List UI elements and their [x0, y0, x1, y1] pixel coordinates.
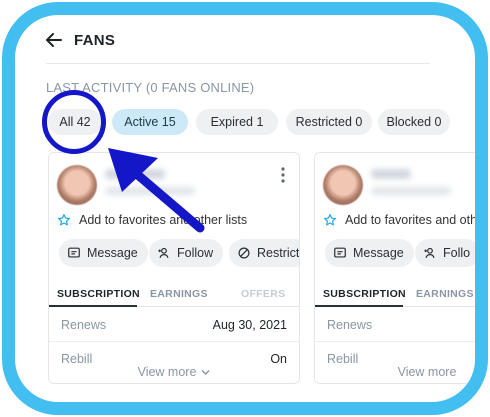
follow-button-label: Follow [177, 246, 214, 260]
tab-earnings[interactable]: EARNINGS [150, 288, 208, 300]
arrow-left-icon[interactable] [44, 30, 64, 50]
fan-card: Add to favorites and oth Message Follo S… [314, 152, 478, 384]
app-viewport: FANS LAST ACTIVITY (0 FANS ONLINE) All 4… [15, 15, 478, 402]
restrict-button[interactable]: Restrict [229, 239, 300, 267]
top-bar: FANS [15, 15, 475, 72]
arrow-annotation-icon [108, 148, 205, 233]
fan-handle-redacted [371, 187, 451, 195]
add-to-favorites[interactable]: Add to favorites and oth [323, 211, 478, 229]
card-tabs: SUBSCRIPTION EARNINGS [315, 281, 475, 307]
message-button[interactable]: Message [59, 239, 148, 267]
header-divider [46, 63, 430, 64]
restrict-icon [238, 247, 250, 259]
view-more-label: View more [137, 365, 197, 379]
follow-user-icon [158, 247, 169, 258]
avatar[interactable] [323, 165, 363, 205]
page-title: FANS [74, 32, 116, 49]
follow-button[interactable]: Follo [415, 239, 475, 267]
table-row: Renews [315, 308, 475, 342]
card-tabs: SUBSCRIPTION EARNINGS OFFERS [49, 281, 299, 307]
tab-subscription[interactable]: SUBSCRIPTION [57, 288, 140, 300]
kebab-menu-icon[interactable] [281, 167, 285, 183]
follow-user-icon [424, 247, 435, 258]
row-key: Renews [61, 318, 107, 332]
screenshot-frame: FANS LAST ACTIVITY (0 FANS ONLINE) All 4… [2, 2, 488, 415]
row-key: Renews [327, 318, 373, 332]
message-button-label: Message [87, 246, 138, 260]
fan-name-redacted [371, 169, 411, 179]
row-value: On [270, 352, 287, 366]
star-icon [324, 214, 336, 226]
row-key: Rebill [327, 352, 359, 366]
message-button-label: Message [353, 246, 404, 260]
view-more-link[interactable]: View more [131, 365, 217, 379]
active-tab-indicator [49, 305, 137, 307]
favorites-label: Add to favorites and oth [345, 213, 478, 227]
message-button[interactable]: Message [325, 239, 414, 267]
chevron-down-icon [201, 370, 210, 375]
tab-earnings[interactable]: EARNINGS [416, 288, 474, 300]
filter-chip-active[interactable]: Active 15 [112, 109, 188, 135]
restrict-button-label: Restrict [257, 246, 300, 260]
follow-button[interactable]: Follow [149, 239, 224, 267]
tab-subscription[interactable]: SUBSCRIPTION [323, 288, 406, 300]
active-tab-indicator [315, 305, 403, 307]
row-value: Aug 30, 2021 [212, 318, 287, 332]
follow-button-label: Follo [443, 246, 471, 260]
tab-offers[interactable]: OFFERS [241, 288, 285, 300]
table-row: Renews Aug 30, 2021 [49, 308, 299, 342]
view-more-label: View more [397, 365, 457, 379]
filter-chip-restricted[interactable]: Restricted 0 [286, 109, 372, 135]
message-icon [68, 247, 80, 258]
avatar[interactable] [57, 165, 97, 205]
fan-card-header [315, 153, 475, 215]
filter-chip-blocked[interactable]: Blocked 0 [378, 109, 450, 135]
message-icon [334, 247, 346, 258]
row-key: Rebill [61, 352, 93, 366]
view-more-link[interactable]: View more [391, 365, 463, 379]
highlight-circle [42, 90, 106, 154]
star-icon [58, 214, 70, 226]
filter-chip-expired[interactable]: Expired 1 [196, 109, 278, 135]
